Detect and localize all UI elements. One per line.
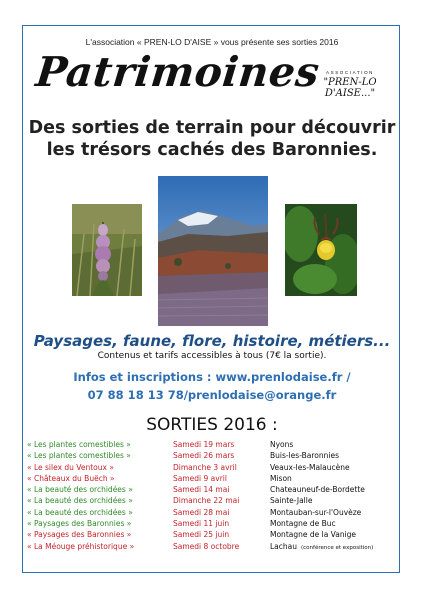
- outing-date: Samedi 9 avril: [173, 473, 227, 483]
- sorties-heading: SORTIES 2016 :: [146, 415, 278, 435]
- outing-place: Nyons: [270, 439, 395, 450]
- outing-place-name: Nyons: [270, 440, 294, 449]
- outing-place: Montagne de Buc: [270, 518, 395, 529]
- outing-schedule: « Les plantes comestibles » Samedi 19 mar…: [27, 439, 395, 554]
- schedule-row: « Les plantes comestibles » Samedi 26 mar…: [27, 450, 395, 461]
- schedule-row: « Les plantes comestibles » Samedi 19 mar…: [27, 439, 395, 450]
- schedule-row: « Châteaux du Buëch » Samedi 9 avril Mison: [27, 473, 395, 484]
- orchid-photo-right: [285, 204, 357, 296]
- association-logo-label: ASSOCIATION: [326, 70, 375, 75]
- outing-place: Lachau (conférence et exposition): [270, 541, 395, 554]
- contact-info: Infos et inscriptions : www.prenlodaise.…: [0, 369, 424, 405]
- outing-place: Veaux-les-Malaucène: [270, 462, 395, 473]
- outing-name: « La Méouge préhistorique »: [27, 541, 135, 551]
- pricing-note: Contenus et tarifs accessibles à tous (7…: [97, 351, 327, 361]
- orchid-photo-left: [72, 204, 142, 296]
- outing-date: Samedi 26 mars: [173, 451, 235, 461]
- subtitle: Des sorties de terrain pour découvrir le…: [0, 117, 424, 162]
- outing-date: Samedi 28 mai: [173, 507, 230, 517]
- outing-place-name: Montagne de Buc: [270, 519, 336, 529]
- outing-date: Samedi 25 juin: [173, 530, 230, 540]
- schedule-row: « Paysages des Baronnies » Samedi 25 juin…: [27, 529, 395, 540]
- outing-place: Chateauneuf-de-Bordette: [270, 484, 395, 495]
- poster-title: Patrimoines: [33, 48, 322, 96]
- outing-place-name: Sainte-Jalle: [270, 496, 313, 506]
- website-link[interactable]: Infos et inscriptions : www.prenlodaise.…: [0, 369, 424, 387]
- phone-email[interactable]: 07 88 18 13 78/prenlodaise@orange.fr: [0, 387, 424, 405]
- outing-name: « Paysages des Baronnies »: [27, 530, 132, 540]
- outing-date: Samedi 8 octobre: [173, 541, 240, 551]
- schedule-row: « La Méouge préhistorique » Samedi 8 octo…: [27, 541, 395, 554]
- outing-date: Samedi 11 juin: [173, 519, 230, 529]
- outing-name: « Châteaux du Buëch »: [27, 473, 115, 483]
- outing-place: Montagne de la Vanige: [270, 529, 395, 540]
- outing-name: « La beauté des orchidées »: [27, 485, 133, 495]
- outing-name: « Les plantes comestibles »: [27, 451, 131, 461]
- outing-place: Montauban-sur-l'Ouvèze: [270, 507, 395, 518]
- schedule-row: « La beauté des orchidées » Samedi 28 mai…: [27, 507, 395, 518]
- outing-date: Samedi 14 mai: [173, 485, 230, 495]
- intro-text: L'association « PREN-LO D'AISE » vous pr…: [85, 37, 339, 47]
- outing-date: Samedi 19 mars: [173, 440, 235, 449]
- outing-place: Buis-les-Baronnies: [270, 450, 395, 461]
- outing-place-name: Chateauneuf-de-Bordette: [270, 485, 365, 495]
- schedule-row: « La beauté des orchidées » Samedi 14 mai…: [27, 484, 395, 495]
- mountain-photo-center: [158, 176, 268, 326]
- outing-date: Dimanche 3 avril: [173, 462, 237, 472]
- association-logo-name: "PREN-LO D'AISE...": [323, 77, 377, 99]
- subtitle-line-1: Des sorties de terrain pour découvrir: [28, 118, 396, 138]
- outing-name: « Les plantes comestibles »: [27, 440, 131, 449]
- outing-place-name: Veaux-les-Malaucène: [270, 462, 350, 472]
- outing-note: (conférence et exposition): [301, 544, 374, 551]
- schedule-row: « Paysages des Baronnies » Samedi 11 juin…: [27, 518, 395, 529]
- schedule-row: « La beauté des orchidées » Dimanche 22 m…: [27, 495, 395, 506]
- outing-place-name: Buis-les-Baronnies: [270, 451, 340, 461]
- outing-place-name: Mison: [270, 473, 292, 483]
- schedule-row: « Le silex du Ventoux » Dimanche 3 avril V…: [27, 462, 395, 473]
- outing-name: « La beauté des orchidées »: [27, 496, 133, 506]
- outing-place-name: Montauban-sur-l'Ouvèze: [270, 507, 362, 517]
- tagline: Paysages, faune, flore, histoire, métier…: [33, 332, 391, 350]
- outing-date: Dimanche 22 mai: [173, 496, 240, 506]
- subtitle-line-2: les trésors cachés des Baronnies.: [46, 140, 378, 161]
- outing-place: Mison: [270, 473, 395, 484]
- outing-place-name: Montagne de la Vanige: [270, 530, 357, 540]
- outing-place: Sainte-Jalle: [270, 495, 395, 506]
- outing-place-name: Lachau: [270, 541, 298, 551]
- outing-name: « Paysages des Baronnies »: [27, 519, 132, 529]
- outing-name: « La beauté des orchidées »: [27, 507, 133, 517]
- outing-name: « Le silex du Ventoux »: [27, 462, 114, 472]
